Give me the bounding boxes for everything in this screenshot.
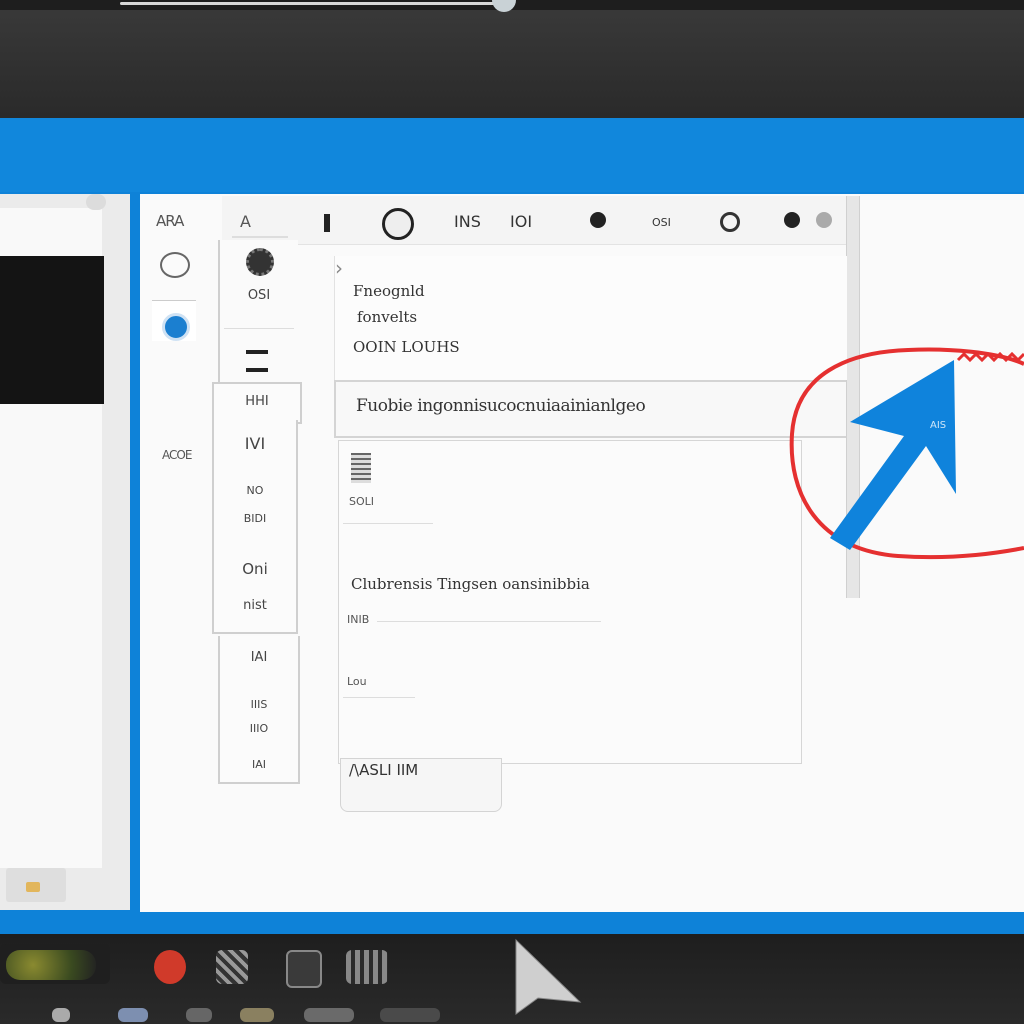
eye-icon[interactable]	[160, 252, 190, 278]
window-title-bar[interactable]	[0, 118, 1024, 192]
document-icon[interactable]	[351, 453, 371, 483]
content-heading: Clubrensis Tingsen oansinibbia	[351, 575, 590, 593]
toolbar-tab-label: A	[240, 212, 251, 231]
sidebar-item-7[interactable]: nist	[214, 598, 296, 613]
arrow-cursor-icon	[830, 360, 956, 550]
sidebar-item-6[interactable]: Oni	[214, 560, 296, 578]
rail-label-top: ARA	[156, 212, 184, 230]
preview-thumbnail[interactable]	[0, 256, 104, 404]
sidebar-item-2: HHI	[245, 394, 269, 409]
annotation-badge: AIS	[930, 420, 946, 431]
column-header[interactable]: Fuobie ingonnisucocnuiaainianlgeo	[334, 380, 846, 438]
tray-icon-2[interactable]	[118, 1008, 148, 1022]
tray-icon-1[interactable]	[52, 1008, 70, 1022]
sidebar-group-3: IAI IIIS IIIO IAI	[218, 636, 300, 784]
toolbar	[222, 196, 852, 245]
details-panel: › Fneognld fonvelts OOIN LOUHS	[334, 256, 847, 380]
close-icon[interactable]	[816, 212, 832, 228]
sidebar-item-5[interactable]: BIDI	[214, 512, 296, 525]
folder-icon	[26, 882, 40, 892]
tray-icon-5[interactable]	[304, 1008, 354, 1022]
footer-button[interactable]: /\ASLI IIM	[340, 758, 502, 812]
taskbar-app-tools-icon[interactable]	[346, 950, 388, 984]
toolbar-item-2[interactable]: INS	[454, 212, 481, 231]
sidebar-item-9[interactable]: IIIS	[220, 698, 298, 711]
tray-icon-4[interactable]	[240, 1008, 274, 1022]
rail-label-mid: ACOE	[162, 448, 192, 462]
tray-icon-6[interactable]	[380, 1008, 440, 1022]
taskbar-photo-icon[interactable]	[0, 944, 110, 984]
sidebar-item-3[interactable]: IVI	[214, 434, 296, 453]
chevron-icon[interactable]: ›	[335, 256, 343, 280]
annotation-overlay: AIS	[789, 347, 1024, 560]
dot-icon-2[interactable]	[784, 212, 800, 228]
taskbar-bottom-row	[0, 1006, 1024, 1024]
circle-outline-icon[interactable]	[720, 212, 740, 232]
gear-icon[interactable]	[246, 248, 274, 276]
scroll-knob[interactable]	[86, 194, 106, 210]
toolbar-item-4[interactable]: OSI	[652, 216, 671, 229]
rail-active-item[interactable]	[152, 300, 196, 341]
sidebar-group-1: OSI	[218, 240, 298, 382]
taskbar-app-window-icon[interactable]	[286, 950, 322, 988]
sidebar-item-8[interactable]: IAI	[220, 650, 298, 665]
left-bottom-tab[interactable]	[6, 868, 66, 902]
taskbar-app-red-icon[interactable]	[154, 950, 186, 984]
taskbar-app-grid-icon[interactable]	[216, 950, 248, 984]
content-field-1: INIB	[347, 613, 370, 626]
content-box: SOLI Clubrensis Tingsen oansinibbia INIB…	[338, 440, 802, 764]
panel-line-3: OOIN LOUHS	[353, 338, 460, 356]
top-bezel	[0, 0, 1024, 118]
pin-icon[interactable]	[324, 214, 330, 232]
sidebar-item-selected[interactable]: HHI	[212, 382, 302, 424]
sidebar-item-4[interactable]: NO	[214, 484, 296, 497]
circle-icon	[162, 313, 190, 341]
toolbar-item-3[interactable]: IOI	[510, 212, 532, 231]
list-icon[interactable]	[246, 350, 268, 372]
content-field-2: Lou	[347, 675, 367, 688]
record-icon[interactable]	[382, 208, 414, 240]
content-caption: SOLI	[349, 495, 375, 508]
footer-button-label: /\ASLI IIM	[349, 761, 419, 779]
panel-line-1: Fneognld	[353, 282, 425, 300]
sidebar-item-1[interactable]: OSI	[220, 288, 298, 303]
sidebar-group-2: IVI NO BIDI Oni nist	[212, 420, 298, 634]
dot-icon[interactable]	[590, 212, 606, 228]
panel-line-2: fonvelts	[357, 308, 418, 326]
tray-icon-3[interactable]	[186, 1008, 212, 1022]
column-header-label: Fuobie ingonnisucocnuiaainianlgeo	[356, 396, 646, 416]
sidebar-item-10[interactable]: IIIO	[220, 722, 298, 735]
sidebar-item-11[interactable]: IAI	[220, 758, 298, 771]
